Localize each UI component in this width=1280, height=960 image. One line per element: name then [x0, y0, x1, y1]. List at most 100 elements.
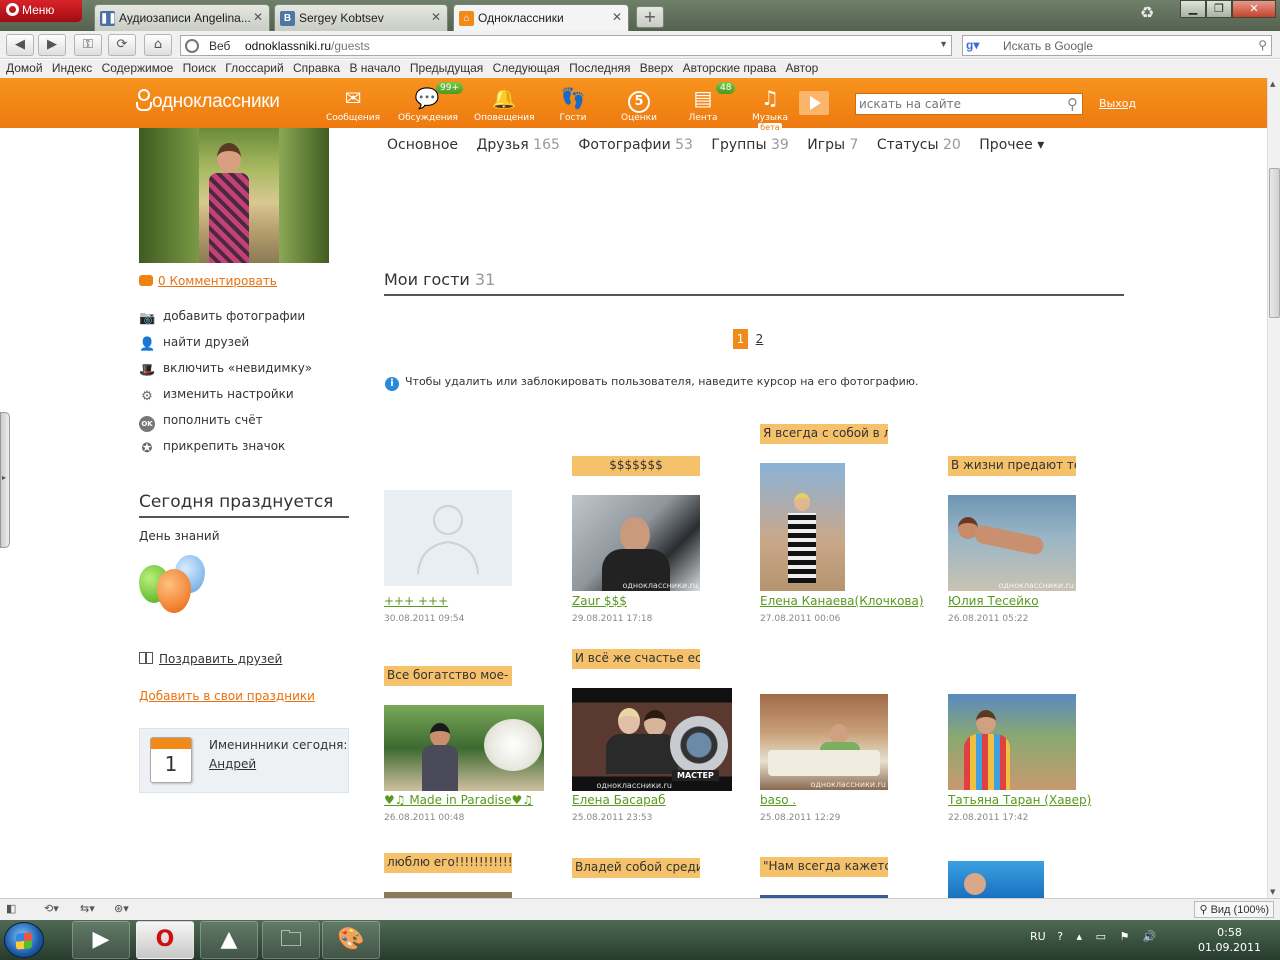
scroll-up-icon[interactable]: ▲ — [1270, 80, 1275, 88]
nav-link-index[interactable]: Индекс — [52, 61, 92, 75]
page-2-link[interactable]: 2 — [752, 329, 767, 349]
nav-link-author[interactable]: Автор — [786, 61, 819, 75]
scroll-down-icon[interactable]: ▼ — [1270, 888, 1275, 896]
tab-odnoklassniki[interactable]: ⌂ Одноклассники ✕ — [453, 4, 629, 32]
panel-toggle-icon[interactable]: ◧ — [6, 902, 16, 915]
opera-menu-button[interactable]: Меню — [0, 0, 82, 22]
nav-link-search[interactable]: Поиск — [183, 61, 216, 75]
nav-link-help[interactable]: Справка — [293, 61, 340, 75]
nameday-person-link[interactable]: Андрей — [209, 757, 256, 771]
paint-icon[interactable]: 🎨 — [322, 921, 380, 959]
google-search-input[interactable]: g▾ Искать в Google ⚲ — [962, 35, 1272, 56]
opera-taskbar-icon[interactable]: O — [136, 921, 194, 959]
tab-statuses[interactable]: Статусы 20 — [877, 137, 961, 153]
guest-photo[interactable] — [948, 694, 1076, 790]
close-tab-icon[interactable]: ✕ — [431, 10, 441, 24]
add-holiday-link[interactable]: Добавить в свои праздники — [139, 689, 315, 703]
site-search-input[interactable]: искать на сайте ⚲ — [855, 93, 1083, 115]
action-invisible[interactable]: 🎩 включить «невидимку» — [139, 361, 312, 387]
trash-icon[interactable]: ♻ — [1136, 3, 1158, 27]
nav-link-last[interactable]: Последняя — [569, 61, 630, 75]
volume-icon[interactable]: 🔊 — [1143, 930, 1157, 943]
nav-notifications[interactable]: 🔔 Оповещения — [474, 78, 534, 128]
nav-link-contents[interactable]: Содержимое — [102, 61, 174, 75]
forward-button[interactable]: ▶ — [38, 34, 66, 56]
page-1-link[interactable]: 1 — [733, 329, 748, 349]
search-icon[interactable]: ⚲ — [1258, 38, 1267, 52]
action-settings[interactable]: ⚙ изменить настройки — [139, 387, 312, 413]
zoom-control[interactable]: ⚲ Вид (100%) — [1194, 901, 1274, 918]
close-window-button[interactable]: ✕ — [1232, 0, 1276, 18]
nav-link-glossary[interactable]: Глоссарий — [225, 61, 283, 75]
guest-photo[interactable]: одноклассники.ru — [760, 694, 888, 790]
restore-button[interactable]: ❐ — [1206, 0, 1232, 18]
logout-link[interactable]: Выход — [1099, 97, 1136, 110]
site-logo[interactable]: одноклассники — [136, 89, 280, 113]
nav-music[interactable]: ♫ Музыка бета — [740, 78, 800, 132]
tab-vk[interactable]: B Sergey Kobtsev ✕ — [274, 4, 448, 31]
guest-name-link[interactable]: Елена Басараб — [572, 793, 666, 807]
help-icon[interactable]: ? — [1057, 930, 1063, 943]
clock[interactable]: 0:58 01.09.2011 — [1198, 925, 1261, 955]
new-tab-button[interactable]: + — [636, 6, 664, 28]
guest-photo-placeholder[interactable] — [384, 490, 512, 586]
guest-name-link[interactable]: Zaur $$$ — [572, 594, 627, 608]
tab-photos[interactable]: Фотографии 53 — [578, 137, 693, 153]
tab-main[interactable]: Основное — [387, 137, 458, 153]
network-icon[interactable]: ⇆▾ — [80, 902, 95, 915]
nav-discussions[interactable]: 💬 Обсуждения 99+ — [398, 78, 463, 128]
close-tab-icon[interactable]: ✕ — [612, 10, 622, 24]
media-player-icon[interactable]: ▶ — [72, 921, 130, 959]
nav-link-home[interactable]: Домой — [6, 61, 43, 75]
start-button[interactable] — [4, 922, 44, 958]
guest-name-link[interactable]: Юлия Тесейко — [948, 594, 1039, 608]
guest-photo[interactable]: одноклассники.ru — [948, 495, 1076, 591]
play-icon[interactable] — [799, 91, 829, 115]
guest-name-link[interactable]: Татьяна Таран (Хавер) — [948, 793, 1091, 807]
page-scrollbar[interactable]: ▲ ▼ — [1267, 78, 1280, 898]
action-top-up[interactable]: OK пополнить счёт — [139, 413, 312, 439]
autocad-icon[interactable]: ▲ — [200, 921, 258, 959]
key-icon[interactable]: ⚿ — [74, 34, 102, 56]
turbo-icon[interactable]: ⊛▾ — [114, 902, 129, 915]
action-badge[interactable]: ✪ прикрепить значок — [139, 439, 312, 465]
nav-messages[interactable]: ✉ Сообщения — [326, 78, 380, 128]
guest-photo[interactable]: МАСТЕР одноклассники.ru — [572, 688, 732, 791]
tray-arrow-icon[interactable]: ▴ — [1077, 930, 1083, 943]
reload-button[interactable]: ⟳ — [108, 34, 136, 56]
guest-photo[interactable] — [948, 861, 1044, 898]
back-button[interactable]: ◀ — [6, 34, 34, 56]
action-add-photos[interactable]: 📷 добавить фотографии — [139, 309, 312, 335]
nav-guests[interactable]: 👣 Гости — [556, 78, 590, 128]
network-icon[interactable]: ▭ — [1096, 930, 1106, 943]
flag-icon[interactable]: ⚑ — [1119, 930, 1129, 943]
chevron-down-icon[interactable]: ▼ — [939, 39, 948, 49]
minimize-button[interactable]: ▁ — [1180, 0, 1206, 18]
nav-link-up[interactable]: Вверх — [640, 61, 673, 75]
nav-link-first[interactable]: В начало — [349, 61, 400, 75]
nav-ratings[interactable]: 5 Оценки — [618, 78, 660, 128]
nav-link-previous[interactable]: Предыдущая — [410, 61, 483, 75]
explorer-folder-icon[interactable]: 🗀 — [262, 921, 320, 959]
nav-feed[interactable]: ▤ Лента 48 — [686, 78, 736, 128]
language-indicator[interactable]: RU — [1030, 930, 1046, 943]
tab-friends[interactable]: Друзья 165 — [476, 137, 559, 153]
guest-photo[interactable]: одноклассники.ru — [572, 495, 700, 591]
profile-photo[interactable] — [139, 128, 329, 263]
tab-games[interactable]: Игры 7 — [807, 137, 858, 153]
scrollbar-thumb[interactable] — [1269, 168, 1280, 318]
nav-link-next[interactable]: Следующая — [493, 61, 560, 75]
sync-icon[interactable]: ⟲▾ — [44, 902, 59, 915]
close-tab-icon[interactable]: ✕ — [253, 10, 263, 24]
guest-name-link[interactable]: ♥♫ Made in Paradise♥♫ — [384, 793, 533, 807]
guest-name-link[interactable]: baso . — [760, 793, 796, 807]
address-field[interactable]: Веб odnoklassniki.ru/guests ▼ — [180, 35, 952, 56]
home-button[interactable]: ⌂ — [144, 34, 172, 56]
tab-groups[interactable]: Группы 39 — [711, 137, 788, 153]
guest-photo[interactable] — [760, 463, 845, 591]
action-find-friends[interactable]: 👤 найти друзей — [139, 335, 312, 361]
comment-link[interactable]: 0 Комментировать — [139, 274, 277, 288]
guest-name-link[interactable]: Елена Канаева(Клочкова) — [760, 594, 924, 608]
tab-audio[interactable]: ❚❚ Аудиозаписи Angelina... ✕ — [94, 4, 270, 31]
congratulate-friends-link[interactable]: Поздравить друзей — [139, 652, 282, 666]
